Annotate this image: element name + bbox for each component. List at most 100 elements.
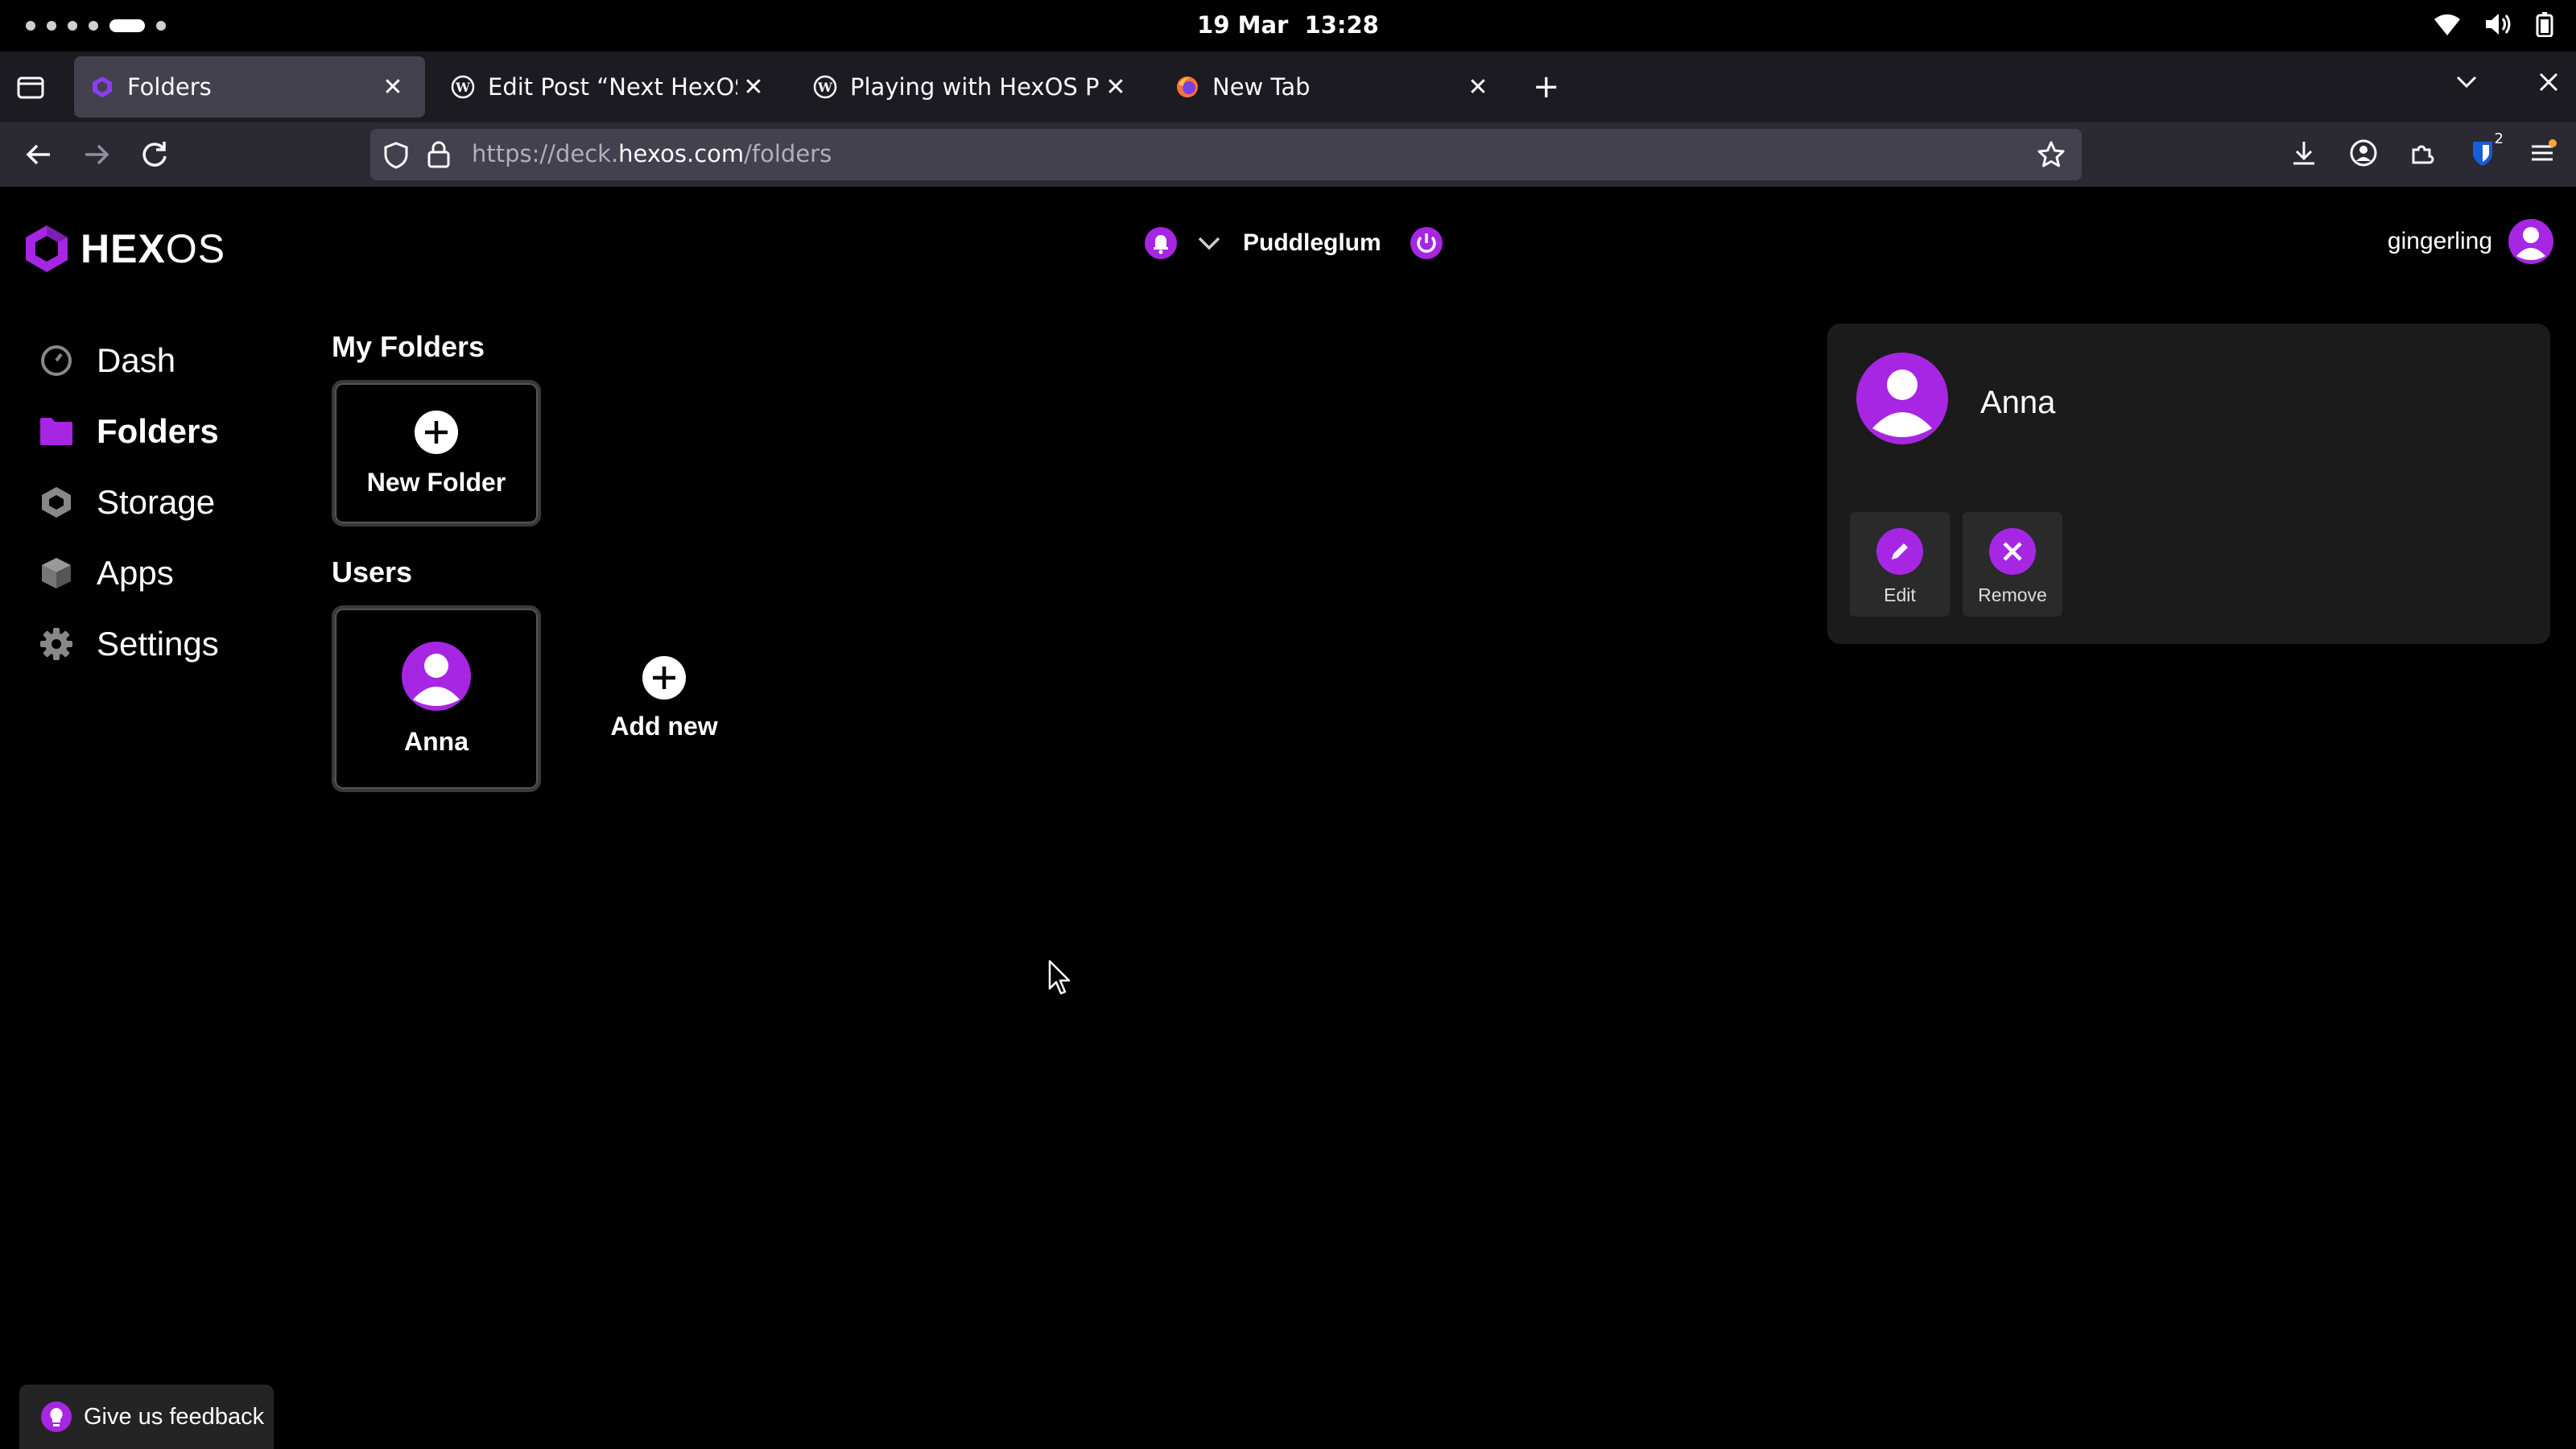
battery-icon xyxy=(2536,12,2553,37)
feedback-button[interactable]: Give us feedback xyxy=(19,1385,274,1449)
plus-circle-icon xyxy=(415,410,458,454)
gauge-icon xyxy=(41,345,72,376)
tab-title: Edit Post “Next HexOS” ‹ / xyxy=(488,73,737,101)
new-folder-card[interactable]: New Folder xyxy=(332,380,541,526)
sidebar-item-apps[interactable]: Apps xyxy=(39,538,219,609)
avatar-icon xyxy=(1856,353,1948,444)
username: gingerling xyxy=(2387,228,2492,254)
detail-user-name: Anna xyxy=(1980,385,2056,420)
bitwarden-extension[interactable]: 2 xyxy=(2468,130,2504,167)
gear-icon xyxy=(40,628,72,660)
tab-title: Playing with HexOS Part 1 xyxy=(850,73,1100,101)
tab-playing-with-hexos[interactable]: W Playing with HexOS Part 1 ✕ xyxy=(797,56,1148,118)
hexos-page: HEXOS Puddleglum gingerling Dash Folders… xyxy=(0,187,2576,1449)
lock-icon[interactable] xyxy=(427,140,451,169)
menu-icon[interactable] xyxy=(2528,138,2557,167)
firefox-view-icon[interactable] xyxy=(16,72,45,101)
add-new-user-button[interactable]: Add new xyxy=(596,655,733,741)
feedback-label: Give us feedback xyxy=(84,1403,265,1430)
tab-title: Folders xyxy=(127,73,212,101)
hexos-logo[interactable]: HEXOS xyxy=(24,224,225,274)
reload-icon[interactable] xyxy=(138,138,171,171)
forward-arrow-icon[interactable] xyxy=(80,138,113,171)
close-icon[interactable]: ✕ xyxy=(1100,71,1132,103)
system-tray[interactable] xyxy=(2433,11,2553,37)
power-icon[interactable] xyxy=(1409,225,1444,261)
notification-bell-icon[interactable] xyxy=(1143,225,1179,261)
chevron-down-icon[interactable] xyxy=(2454,69,2479,95)
user-detail-panel: Anna Edit Remove xyxy=(1827,324,2550,644)
download-icon[interactable] xyxy=(2289,138,2318,167)
volume-icon xyxy=(2486,14,2511,35)
extension-badge: 2 xyxy=(2494,130,2504,147)
tab-new-tab[interactable]: New Tab ✕ xyxy=(1159,56,1510,118)
sidebar-item-label: Dash xyxy=(97,341,176,379)
firefox-icon xyxy=(1177,76,1198,97)
svg-text:W: W xyxy=(455,80,471,95)
account-icon[interactable] xyxy=(2349,138,2378,167)
new-folder-label: New Folder xyxy=(366,467,506,497)
sidebar-item-settings[interactable]: Settings xyxy=(39,609,219,679)
plus-circle-icon xyxy=(642,656,686,700)
my-folders-title: My Folders xyxy=(332,330,485,363)
user-name-label: Anna xyxy=(404,726,469,756)
hexos-icon xyxy=(93,76,112,97)
pencil-icon xyxy=(1876,528,1923,575)
back-arrow-icon[interactable] xyxy=(23,138,55,171)
edit-label: Edit xyxy=(1884,584,1916,605)
user-menu[interactable]: gingerling xyxy=(2388,219,2553,264)
tab-title: New Tab xyxy=(1212,73,1311,101)
lightbulb-icon xyxy=(41,1402,72,1432)
sidebar-item-label: Settings xyxy=(97,625,219,663)
date-label: 19 Mar xyxy=(1197,11,1289,39)
sidebar-item-label: Folders xyxy=(97,412,219,450)
remove-button[interactable]: Remove xyxy=(1963,512,2062,617)
server-name[interactable]: Puddleglum xyxy=(1243,229,1381,257)
chevron-down-icon[interactable] xyxy=(1193,227,1225,259)
folder-icon xyxy=(40,418,72,445)
users-title: Users xyxy=(332,555,413,588)
user-card-anna[interactable]: Anna xyxy=(332,605,541,792)
browser-tab-strip: Folders ✕ W Edit Post “Next HexOS” ‹ / ✕… xyxy=(0,52,2576,122)
extensions-icon[interactable] xyxy=(2409,138,2438,167)
wordpress-icon: W xyxy=(451,75,475,99)
hexos-logo-icon xyxy=(26,225,68,272)
url-text: https://deck.hexos.com/folders xyxy=(472,140,832,167)
tab-folders[interactable]: Folders ✕ xyxy=(74,56,425,118)
add-new-label: Add new xyxy=(610,712,718,741)
tab-edit-post[interactable]: W Edit Post “Next HexOS” ‹ / ✕ xyxy=(435,56,786,118)
sidebar-item-storage[interactable]: Storage xyxy=(39,467,219,538)
url-bar[interactable]: https://deck.hexos.com/folders xyxy=(370,129,2082,180)
mouse-cursor-icon xyxy=(1048,960,1071,995)
url-path: /folders xyxy=(744,140,832,167)
svg-text:W: W xyxy=(817,80,833,95)
shield-icon[interactable] xyxy=(383,142,409,169)
close-icon[interactable]: ✕ xyxy=(737,71,770,103)
cube-icon xyxy=(42,558,71,588)
sidebar-item-folders[interactable]: Folders xyxy=(39,396,219,467)
wifi-icon xyxy=(2434,14,2460,35)
logo-text: HEXOS xyxy=(80,225,225,272)
sidebar: Dash Folders Storage Apps Settings xyxy=(39,325,219,679)
new-tab-button[interactable]: + xyxy=(1533,71,1560,103)
remove-label: Remove xyxy=(1978,584,2047,605)
sidebar-item-label: Storage xyxy=(97,483,216,521)
window-close-icon[interactable] xyxy=(2537,71,2560,93)
sidebar-item-label: Apps xyxy=(97,554,174,592)
close-icon[interactable]: ✕ xyxy=(1462,71,1494,103)
url-prefix: https://deck. xyxy=(472,140,619,167)
system-top-bar: 19 Mar 13:28 xyxy=(0,0,2576,52)
hexagon-icon xyxy=(42,487,71,518)
sidebar-item-dash[interactable]: Dash xyxy=(39,325,219,396)
close-icon[interactable]: ✕ xyxy=(377,71,409,103)
clock[interactable]: 19 Mar 13:28 xyxy=(0,11,2576,39)
logo-os: OS xyxy=(165,226,226,271)
browser-toolbar: https://deck.hexos.com/folders 2 xyxy=(0,122,2576,187)
logo-hex: HEX xyxy=(80,226,166,271)
url-domain: hexos.com xyxy=(618,140,745,167)
edit-button[interactable]: Edit xyxy=(1850,512,1950,617)
bookmark-star-icon[interactable] xyxy=(2037,140,2066,169)
avatar-icon xyxy=(2508,219,2553,264)
wordpress-icon: W xyxy=(813,75,837,99)
avatar-icon xyxy=(402,641,471,711)
